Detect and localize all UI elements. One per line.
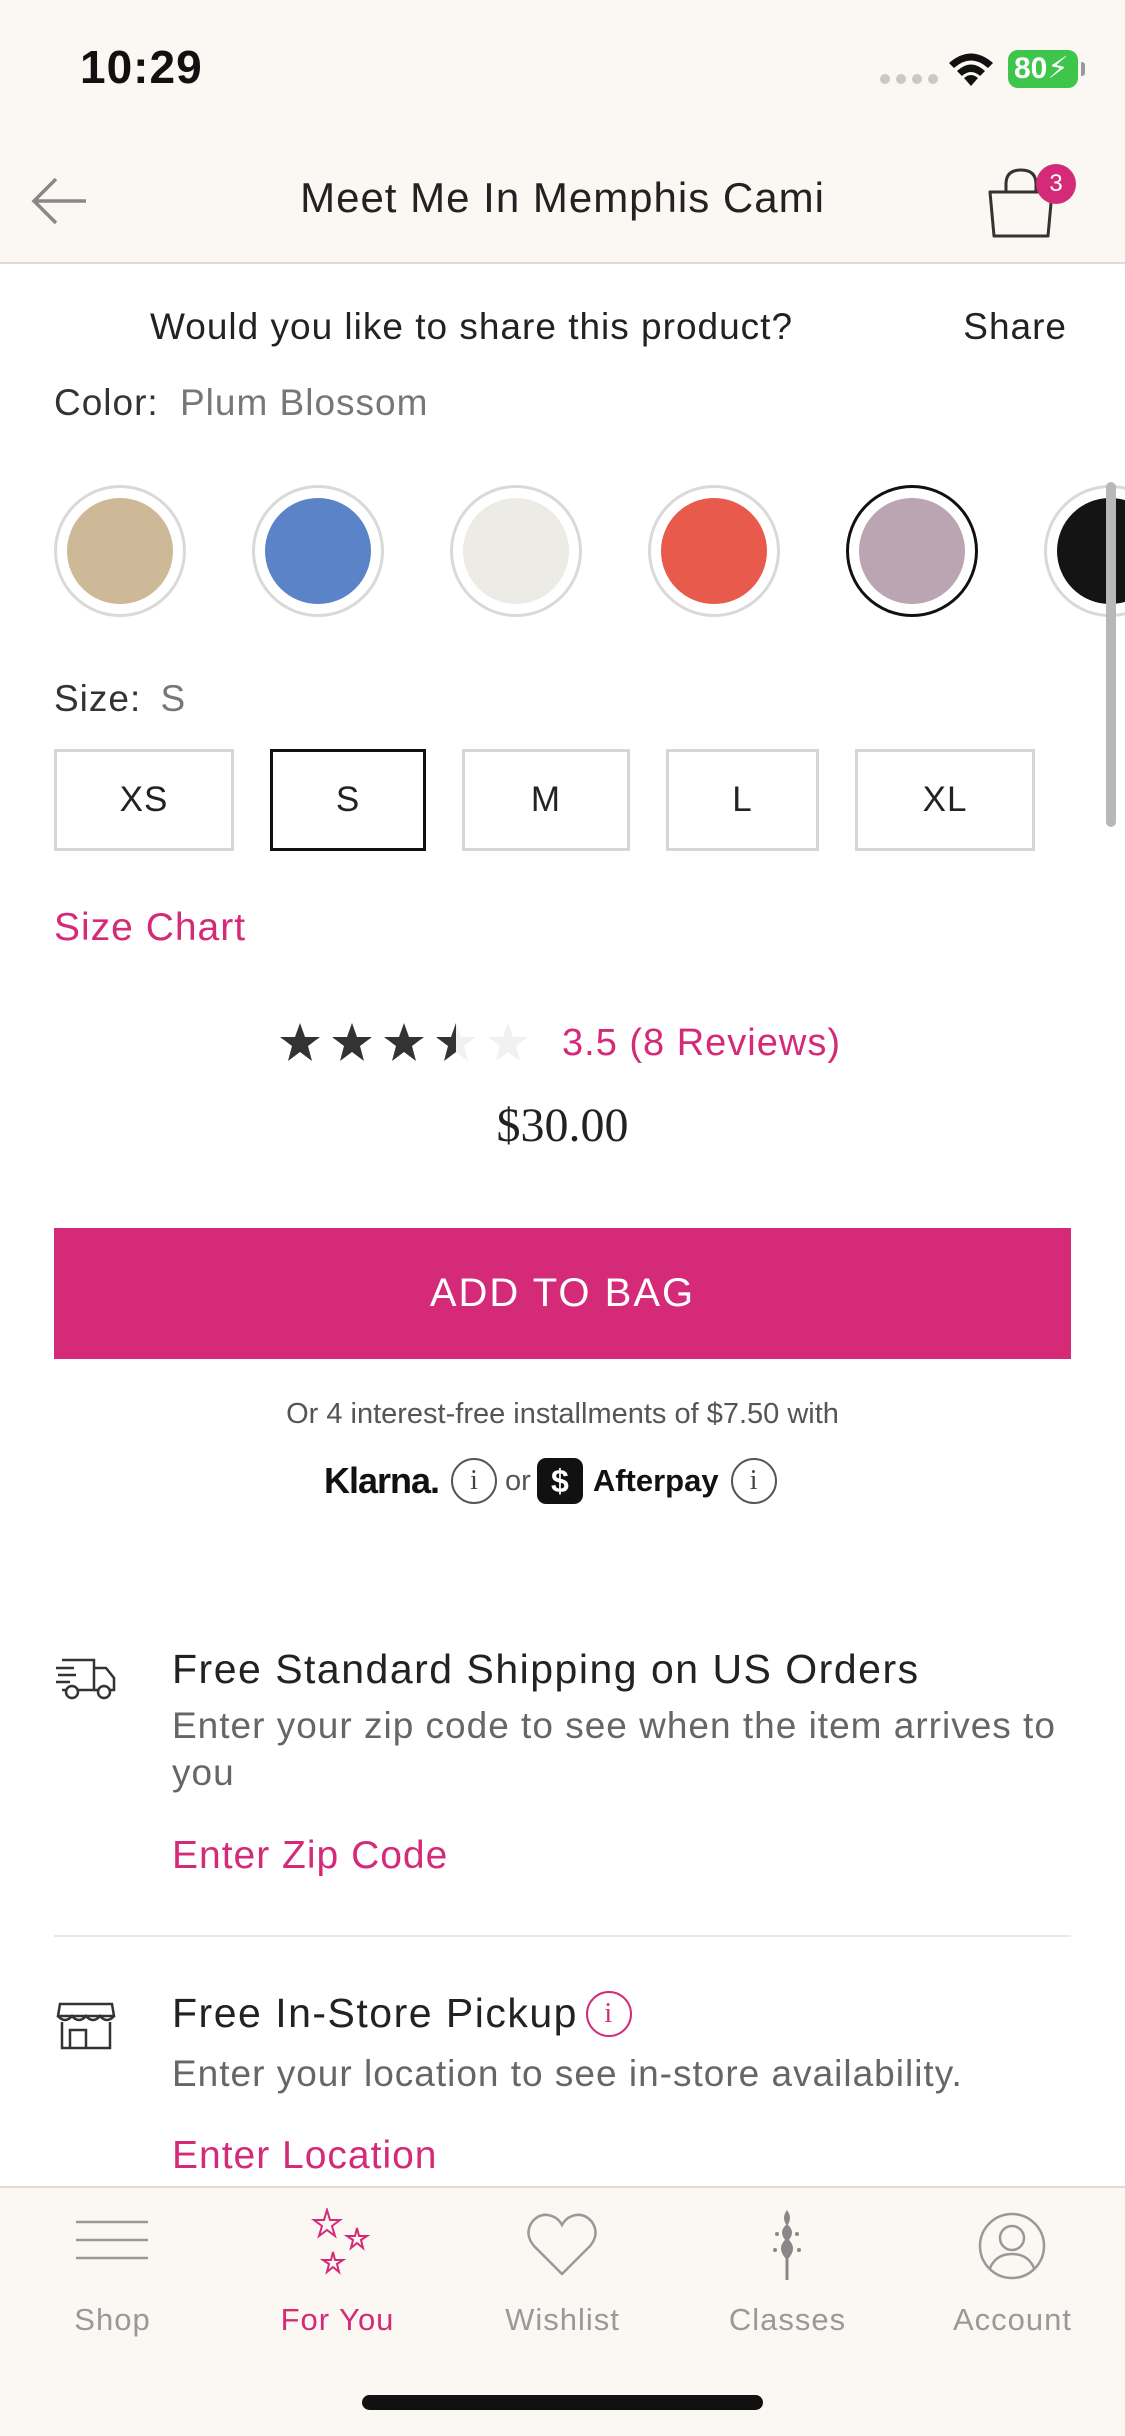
reviews-link[interactable]: 3.5 (8 Reviews): [562, 1022, 841, 1065]
shipping-description: Enter your zip code to see when the item…: [172, 1705, 1056, 1793]
payment-options-row: Klarna. i or $ Afterpay i: [324, 1452, 777, 1510]
flower-icon: [773, 2210, 801, 2280]
pickup-info-icon[interactable]: i: [586, 1990, 632, 2037]
star-full-icon: [280, 1023, 320, 1061]
section-divider: [54, 1935, 1071, 1937]
heart-icon: [527, 2213, 597, 2276]
size-option-m[interactable]: M: [462, 749, 630, 851]
color-swatch-blue[interactable]: [252, 485, 384, 617]
installments-text: Or 4 interest-free installments of $7.50…: [286, 1398, 839, 1430]
star-full-icon: [384, 1023, 424, 1061]
color-selected-value: Plum Blossom: [179, 382, 429, 423]
menu-icon: [76, 2220, 148, 2260]
add-to-bag-button[interactable]: ADD TO BAG: [54, 1228, 1071, 1359]
pickup-title-row: Free In-Store Pickup i: [172, 1990, 632, 2037]
enter-zip-code-link[interactable]: Enter Zip Code: [172, 1834, 448, 1878]
wifi-icon: [949, 53, 993, 86]
star-half-icon: [436, 1023, 476, 1061]
store-icon: [56, 2002, 116, 2050]
delivery-truck-icon: [56, 1658, 116, 1700]
color-label: Color:: [54, 382, 159, 423]
klarna-info-icon[interactable]: i: [451, 1458, 498, 1504]
rating-row[interactable]: 3.5 (8 Reviews): [274, 1010, 841, 1076]
afterpay-logo-text: Afterpay: [592, 1463, 719, 1498]
tab-shop[interactable]: Shop: [0, 2208, 225, 2348]
tab-account-label: Account: [952, 2302, 1072, 2337]
tab-shop-label: Shop: [74, 2302, 151, 2337]
size-label: Size:: [54, 678, 142, 719]
shipping-title: Free Standard Shipping on US Orders: [172, 1646, 920, 1692]
sparkles-icon: [311, 2208, 371, 2275]
battery-level: 80: [1014, 52, 1048, 85]
pickup-description: Enter your location to see in-store avai…: [172, 2053, 963, 2094]
battery-indicator: 80⚡: [1008, 50, 1085, 88]
or-text: or: [505, 1464, 531, 1497]
nav-header: Meet Me In Memphis Cami 3: [0, 140, 1125, 264]
product-price: $30.00: [496, 1099, 629, 1152]
afterpay-info-icon[interactable]: i: [730, 1458, 777, 1504]
tab-for-you[interactable]: For You: [225, 2208, 450, 2348]
color-label-row: Color: Plum Blossom: [54, 382, 428, 428]
afterpay-logo-icon: $: [536, 1458, 583, 1504]
tab-for-you-label: For You: [280, 2302, 395, 2337]
tab-classes[interactable]: Classes: [675, 2208, 900, 2348]
color-swatch-coral[interactable]: [648, 485, 780, 617]
size-option-xl[interactable]: XL: [855, 749, 1035, 851]
size-label-row: Size: S: [54, 678, 186, 720]
share-prompt: Would you like to share this product?: [150, 306, 794, 347]
size-chart-link[interactable]: Size Chart: [54, 906, 246, 950]
color-swatch-tan[interactable]: [54, 485, 186, 617]
share-bar: Would you like to share this product? Sh…: [0, 266, 1125, 396]
size-option-s[interactable]: S: [270, 749, 426, 851]
status-bar: 10:29 80⚡: [0, 0, 1125, 140]
cellular-signal-icon: [880, 74, 938, 84]
tab-wishlist-label: Wishlist: [505, 2302, 620, 2337]
pickup-title: Free In-Store Pickup: [172, 1990, 578, 2036]
tab-classes-label: Classes: [728, 2302, 847, 2337]
size-option-xs[interactable]: XS: [54, 749, 234, 851]
size-selected-value: S: [160, 678, 187, 719]
color-swatch-plum-blossom[interactable]: [846, 485, 978, 617]
scrollbar[interactable]: [1106, 482, 1116, 827]
home-indicator[interactable]: [362, 2395, 763, 2410]
star-empty-icon: [488, 1023, 528, 1061]
status-time: 10:29: [80, 41, 203, 93]
charging-icon: ⚡: [1047, 52, 1069, 85]
enter-location-link[interactable]: Enter Location: [172, 2134, 438, 2178]
color-swatch-white[interactable]: [450, 485, 582, 617]
tab-wishlist[interactable]: Wishlist: [450, 2208, 675, 2348]
share-button[interactable]: Share: [963, 306, 1067, 348]
size-option-l[interactable]: L: [666, 749, 819, 851]
account-icon: [978, 2212, 1046, 2280]
color-swatches: [0, 485, 1125, 621]
tab-account[interactable]: Account: [900, 2208, 1125, 2348]
page-title: Meet Me In Memphis Cami: [300, 174, 825, 221]
bag-count-badge: 3: [1036, 164, 1076, 204]
star-full-icon: [332, 1023, 372, 1061]
klarna-logo: Klarna.: [324, 1460, 440, 1501]
